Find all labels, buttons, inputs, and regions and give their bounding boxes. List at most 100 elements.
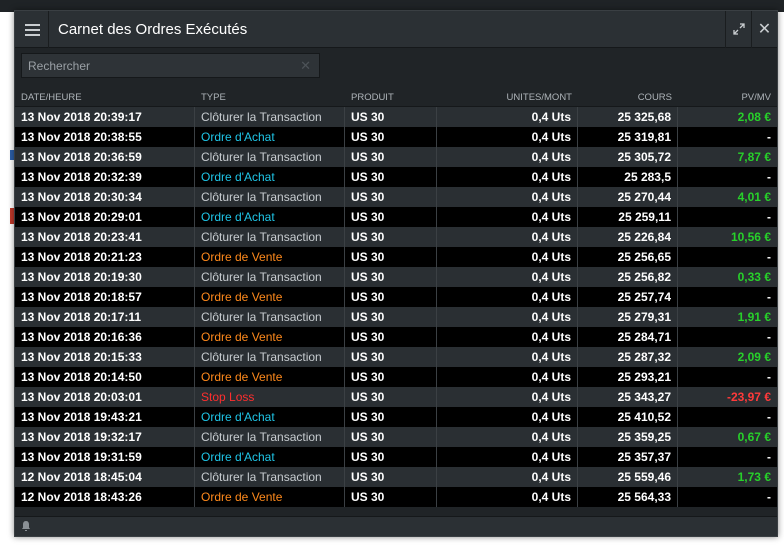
cell-type: Clôturer la Transaction [195,227,345,247]
cell-price: 25 564,33 [578,487,678,507]
cell-type: Ordre d'Achat [195,167,345,187]
window-titlebar: Carnet des Ordres Exécutés ✕ [15,11,777,48]
cell-units: 0,4 Uts [437,447,578,467]
cell-price: 25 305,72 [578,147,678,167]
cell-pv: - [767,330,771,344]
cell-type: Ordre d'Achat [195,407,345,427]
column-header-units[interactable]: UNITES/MONT [437,89,578,106]
cell-units: 0,4 Uts [437,227,578,247]
search-box: ✕ [21,53,320,78]
cell-product: US 30 [345,367,437,387]
cell-units: 0,4 Uts [437,427,578,447]
table-row[interactable]: 12 Nov 2018 18:43:26 Ordre de Vente US 30 0… [15,487,777,507]
cell-units: 0,4 Uts [437,187,578,207]
cell-units: 0,4 Uts [437,307,578,327]
cell-product: US 30 [345,487,437,507]
cell-date: 13 Nov 2018 20:38:55 [15,127,195,147]
column-header-date[interactable]: DATE/HEURE [15,89,195,106]
table-row[interactable]: 13 Nov 2018 20:19:30 Clôturer la Transact… [15,267,777,287]
cell-type: Ordre d'Achat [195,207,345,227]
cell-product: US 30 [345,167,437,187]
cell-type: Ordre de Vente [195,247,345,267]
column-header-pv[interactable]: PV/MV [678,89,777,106]
background-chart-bottom-strip [0,536,784,550]
cell-price: 25 270,44 [578,187,678,207]
table-row[interactable]: 13 Nov 2018 19:32:17 Clôturer la Transact… [15,427,777,447]
cell-price: 25 284,71 [578,327,678,347]
cell-type: Ordre de Vente [195,327,345,347]
cell-units: 0,4 Uts [437,347,578,367]
cell-units: 0,4 Uts [437,407,578,427]
cell-units: 0,4 Uts [437,467,578,487]
cell-pv: - [767,410,771,424]
cell-price: 25 259,11 [578,207,678,227]
cell-units: 0,4 Uts [437,367,578,387]
cell-product: US 30 [345,467,437,487]
table-row[interactable]: 13 Nov 2018 20:39:17 Clôturer la Transact… [15,107,777,127]
cell-type: Clôturer la Transaction [195,467,345,487]
cell-date: 13 Nov 2018 20:29:01 [15,207,195,227]
cell-units: 0,4 Uts [437,487,578,507]
table-row[interactable]: 13 Nov 2018 20:30:34 Clôturer la Transact… [15,187,777,207]
cell-units: 0,4 Uts [437,267,578,287]
column-header-type[interactable]: TYPE [195,89,345,106]
cell-pv: - [767,490,771,504]
cell-price: 25 293,21 [578,367,678,387]
search-input[interactable] [22,54,319,77]
table-body: 13 Nov 2018 20:39:17 Clôturer la Transact… [15,107,777,507]
table-row[interactable]: 13 Nov 2018 20:18:57 Ordre de Vente US 30 0… [15,287,777,307]
close-icon[interactable]: ✕ [751,11,777,48]
cell-pv: 7,87 € [737,150,771,164]
cell-pv: - [767,170,771,184]
column-header-product[interactable]: PRODUIT [345,89,437,106]
table-row[interactable]: 13 Nov 2018 20:32:39 Ordre d'Achat US 30 0,… [15,167,777,187]
clear-icon[interactable]: ✕ [300,58,311,74]
cell-units: 0,4 Uts [437,327,578,347]
cell-type: Clôturer la Transaction [195,147,345,167]
cell-units: 0,4 Uts [437,247,578,267]
cell-units: 0,4 Uts [437,107,578,127]
table-row[interactable]: 12 Nov 2018 18:45:04 Clôturer la Transact… [15,467,777,487]
cell-date: 13 Nov 2018 20:39:17 [15,107,195,127]
expand-icon[interactable] [725,11,751,48]
table-row[interactable]: 13 Nov 2018 20:38:55 Ordre d'Achat US 30 0,… [15,127,777,147]
table-row[interactable]: 13 Nov 2018 20:23:41 Clôturer la Transact… [15,227,777,247]
cell-product: US 30 [345,387,437,407]
table-row[interactable]: 13 Nov 2018 20:16:36 Ordre de Vente US 30 0… [15,327,777,347]
table-row[interactable]: 13 Nov 2018 20:15:33 Clôturer la Transact… [15,347,777,367]
bell-icon[interactable] [21,520,31,535]
table-row[interactable]: 13 Nov 2018 20:17:11 Clôturer la Transact… [15,307,777,327]
table-row[interactable]: 13 Nov 2018 20:03:01 Stop Loss US 30 0,4 Ut… [15,387,777,407]
cell-pv: 0,67 € [737,430,771,444]
cell-product: US 30 [345,287,437,307]
cell-pv: - [767,290,771,304]
cell-pv: 4,01 € [737,190,771,204]
cell-type: Clôturer la Transaction [195,347,345,367]
table-row[interactable]: 13 Nov 2018 20:14:50 Ordre de Vente US 30 0… [15,367,777,387]
column-header-price[interactable]: COURS [578,89,678,106]
orders-table: DATE/HEURE TYPE PRODUIT UNITES/MONT COUR… [15,89,777,507]
table-row[interactable]: 13 Nov 2018 20:36:59 Clôturer la Transact… [15,147,777,167]
cell-type: Stop Loss [195,387,345,407]
cell-date: 13 Nov 2018 20:18:57 [15,287,195,307]
cell-date: 13 Nov 2018 19:31:59 [15,447,195,467]
table-row[interactable]: 13 Nov 2018 20:21:23 Ordre de Vente US 30 0… [15,247,777,267]
cell-date: 13 Nov 2018 20:16:36 [15,327,195,347]
cell-price: 25 559,46 [578,467,678,487]
cell-pv: - [767,250,771,264]
cell-product: US 30 [345,327,437,347]
cell-price: 25 287,32 [578,347,678,367]
table-row[interactable]: 13 Nov 2018 19:43:21 Ordre d'Achat US 30 0,… [15,407,777,427]
cell-pv: - [767,450,771,464]
cell-type: Ordre d'Achat [195,447,345,467]
table-row[interactable]: 13 Nov 2018 20:29:01 Ordre d'Achat US 30 0,… [15,207,777,227]
cell-date: 13 Nov 2018 20:23:41 [15,227,195,247]
cell-product: US 30 [345,227,437,247]
hamburger-icon[interactable] [15,11,49,48]
cell-product: US 30 [345,247,437,267]
cell-type: Ordre d'Achat [195,127,345,147]
cell-units: 0,4 Uts [437,127,578,147]
cell-product: US 30 [345,447,437,467]
cell-date: 13 Nov 2018 20:36:59 [15,147,195,167]
table-row[interactable]: 13 Nov 2018 19:31:59 Ordre d'Achat US 30 0,… [15,447,777,467]
